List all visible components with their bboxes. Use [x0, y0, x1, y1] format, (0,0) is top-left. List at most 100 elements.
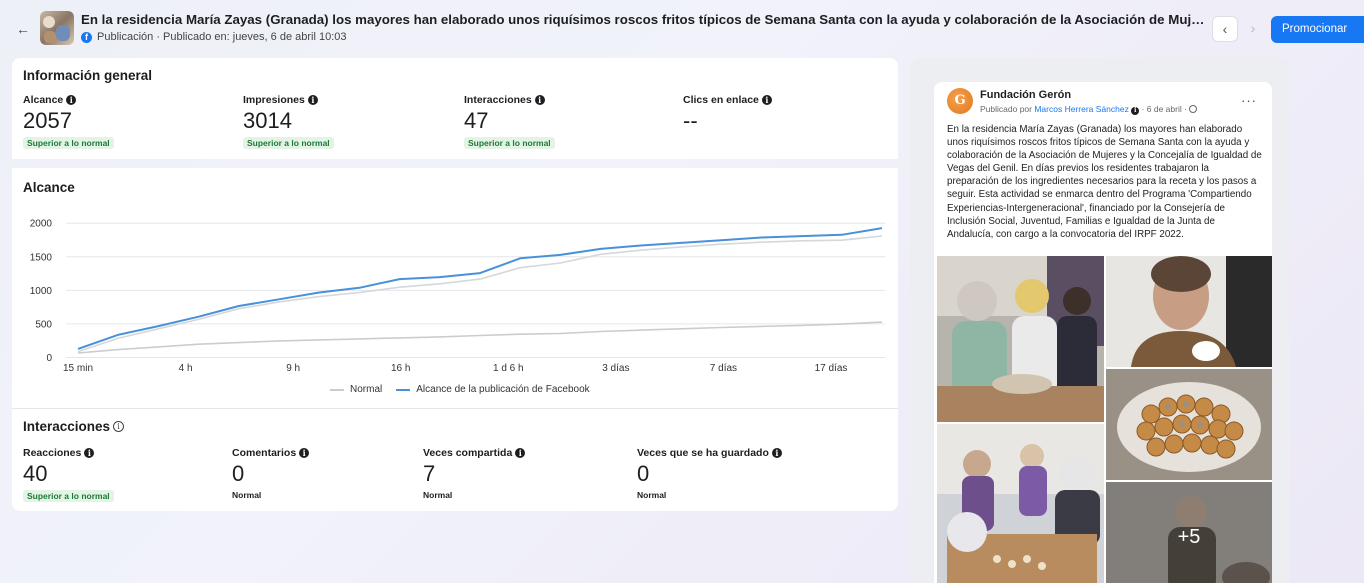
metric-impressions: Impresiones i 3014 Superior a lo normal: [243, 94, 334, 151]
interactions-title-row: Interacciones i: [23, 419, 125, 434]
globe-icon: [1189, 105, 1198, 113]
byline-prefix: Publicado por: [980, 104, 1035, 114]
info-icon[interactable]: i: [299, 448, 310, 458]
legend-item-reach[interactable]: Alcance de la publicación de Facebook: [396, 384, 590, 395]
y-tick-label: 1000: [30, 286, 53, 297]
post-preview-panel: G Fundación Gerón Publicado por Marcos H…: [910, 58, 1290, 583]
metric-reactions: Reacciones i 40 Superior a lo normal: [23, 447, 114, 504]
y-tick-label: 0: [46, 353, 52, 364]
chevron-right-icon[interactable]: ›: [1240, 16, 1266, 42]
legend-swatch: [330, 388, 344, 391]
status-badge: Superior a lo normal: [23, 490, 114, 502]
more-options-icon[interactable]: ···: [1241, 93, 1257, 108]
byline-date: · 6 de abril ·: [1139, 104, 1190, 114]
photo-resident-eating: [1106, 256, 1272, 367]
post-text: En la residencia María Zayas (Granada) l…: [947, 124, 1262, 240]
status-text: Normal: [423, 490, 453, 500]
metric-value: --: [683, 108, 698, 133]
status-badge: Superior a lo normal: [23, 137, 114, 149]
post-subtitle: Publicación · Publicado en: jueves, 6 de…: [97, 31, 347, 43]
info-icon[interactable]: i: [534, 95, 545, 105]
metric-link-clicks: Clics en enlace i --: [683, 94, 772, 133]
info-icon[interactable]: i: [84, 448, 95, 458]
info-icon[interactable]: i: [307, 95, 318, 105]
metric-label: Veces que se ha guardado: [637, 447, 769, 459]
metric-interactions: Interacciones i 47 Superior a lo normal: [464, 94, 555, 151]
post-title: En la residencia María Zayas (Granada) l…: [81, 12, 1211, 27]
post-photo[interactable]: [937, 256, 1104, 422]
chart-legend: Normal Alcance de la publicación de Face…: [330, 384, 590, 395]
status-text: Normal: [637, 490, 667, 500]
post-byline: Publicado por Marcos Herrera Sánchez i ·…: [980, 104, 1198, 115]
post-thumbnail: [40, 11, 74, 45]
y-tick-label: 1500: [30, 252, 53, 263]
facebook-icon: f: [81, 31, 92, 43]
page-name[interactable]: Fundación Gerón: [980, 89, 1071, 101]
x-tick-label: 3 días: [602, 363, 629, 374]
info-icon[interactable]: i: [515, 448, 526, 458]
chevron-left-icon[interactable]: ‹: [1212, 16, 1238, 42]
post-photo[interactable]: [1106, 256, 1272, 367]
x-tick-label: 17 días: [815, 363, 848, 374]
series-line-normal-band: [77, 235, 883, 353]
metric-value: 3014: [243, 108, 292, 133]
x-tick-label: 9 h: [286, 363, 300, 374]
y-tick-label: 500: [35, 319, 52, 330]
metric-label: Alcance: [23, 94, 64, 106]
x-tick-label: 7 días: [710, 363, 737, 374]
metric-value: 0: [232, 461, 245, 486]
photo-kitchen-group: [937, 256, 1104, 422]
metric-comments: Comentarios i 0 Normal: [232, 447, 310, 500]
x-tick-label: 16 h: [391, 363, 410, 374]
post-header: ← En la residencia María Zayas (Granada)…: [0, 0, 1364, 57]
author-link[interactable]: Marcos Herrera Sánchez: [1034, 104, 1128, 114]
interactions-card: Interacciones i Reacciones i 40 Superior …: [12, 408, 898, 511]
info-icon[interactable]: i: [113, 421, 125, 432]
reach-chart-card: Alcance 0 500 1000 1500 2000 15 min 4 h9 h 16 h…: [12, 168, 898, 408]
post-subtitle-row: f Publicación · Publicado en: jueves, 6 …: [81, 31, 347, 43]
legend-label: Alcance de la publicación de Facebook: [416, 384, 590, 395]
legend-item-normal[interactable]: Normal: [330, 384, 382, 395]
metric-reach: Alcance i 2057 Superior a lo normal: [23, 94, 114, 151]
metric-value: 7: [423, 461, 436, 486]
post-photo[interactable]: [937, 424, 1104, 583]
info-icon[interactable]: i: [1131, 107, 1140, 115]
metric-value: 0: [637, 461, 650, 486]
post-photo[interactable]: +5: [1106, 482, 1272, 583]
overview-card: Información general Alcance i 2057 Superi…: [12, 58, 898, 159]
more-photos-overlay[interactable]: +5: [1106, 482, 1272, 583]
metric-saves: Veces que se ha guardado i 0 Normal: [637, 447, 782, 500]
page-avatar[interactable]: G: [947, 88, 973, 114]
y-tick-label: 2000: [30, 219, 53, 230]
status-text: Normal: [232, 490, 262, 500]
interactions-title: Interacciones: [23, 419, 111, 434]
x-tick-label: 15 min: [63, 363, 93, 374]
info-icon[interactable]: i: [761, 95, 772, 105]
info-icon[interactable]: i: [771, 448, 782, 458]
post-photo[interactable]: [1106, 369, 1272, 480]
x-tick-label: 1 d 6 h: [493, 363, 524, 374]
reach-line-chart: 0 500 1000 1500 2000 15 min 4 h 9 h 16 h 1 d 6 h 3…: [30, 219, 885, 374]
info-icon[interactable]: i: [66, 95, 77, 105]
status-badge: Superior a lo normal: [243, 137, 334, 149]
arrow-left-icon[interactable]: ←: [16, 22, 30, 36]
legend-label: Normal: [350, 384, 383, 395]
metric-label: Comentarios: [232, 447, 297, 459]
overview-title: Información general: [23, 68, 153, 83]
legend-swatch: [396, 388, 411, 391]
metric-label: Clics en enlace: [683, 94, 759, 106]
metric-shares: Veces compartida i 7 Normal: [423, 447, 526, 500]
series-line-reach: [77, 227, 883, 350]
metric-label: Veces compartida: [423, 447, 513, 459]
photo-baking-table: [937, 424, 1104, 583]
status-badge: Superior a lo normal: [464, 137, 555, 149]
metric-label: Impresiones: [243, 94, 305, 106]
promote-button[interactable]: Promocionar: [1271, 16, 1364, 43]
metric-value: 2057: [23, 108, 72, 133]
post-preview-card: G Fundación Gerón Publicado por Marcos H…: [934, 82, 1272, 583]
metric-value: 40: [23, 461, 48, 486]
series-line-normal: [77, 321, 883, 354]
x-tick-label: 4 h: [179, 363, 193, 374]
photo-fried-pastries: [1106, 369, 1272, 480]
metric-label: Interacciones: [464, 94, 532, 106]
